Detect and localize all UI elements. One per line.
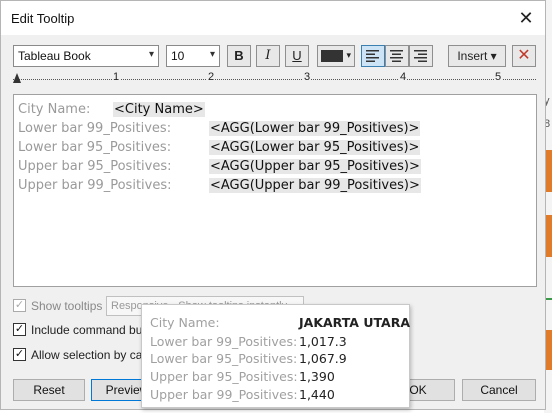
show-tooltips-checkbox[interactable]: ✓ <box>13 299 26 312</box>
background-bar <box>546 215 552 257</box>
align-left-button[interactable] <box>361 45 385 67</box>
font-size-select[interactable]: 10 ▾ <box>166 45 220 67</box>
editor-label: Upper bar 95_Positives: <box>18 159 172 174</box>
indent-marker[interactable] <box>13 73 21 83</box>
font-family-value: Tableau Book <box>18 49 91 63</box>
chevron-down-icon: ▾ <box>346 50 351 60</box>
clear-x-icon: ✕ <box>517 47 531 64</box>
background-bar <box>546 150 552 192</box>
align-center-button[interactable] <box>385 45 409 67</box>
editor-field: <AGG(Lower bar 99_Positives)> <box>209 121 421 136</box>
ruler: 1 2 3 4 5 <box>13 71 536 89</box>
bold-button[interactable]: B <box>227 45 251 67</box>
preview-value: 1,390 <box>299 369 335 384</box>
editor-label: Lower bar 95_Positives: <box>18 140 172 155</box>
ruler-mark: 2 <box>207 71 216 83</box>
editor-field: <AGG(Upper bar 99_Positives)> <box>209 178 421 193</box>
allow-selection-label: Allow selection by categ <box>31 348 160 362</box>
background-bar <box>546 298 552 300</box>
ruler-mark: 3 <box>303 71 312 83</box>
editor-field: <AGG(Lower bar 95_Positives)> <box>209 140 421 155</box>
preview-label: Upper bar 99_Positives: <box>150 387 298 402</box>
ruler-mark: 5 <box>494 71 503 83</box>
reset-button[interactable]: Reset <box>13 379 85 401</box>
close-icon[interactable]: ✕ <box>515 7 537 29</box>
title-bar: Edit Tooltip ✕ <box>1 1 545 35</box>
editor-label: Lower bar 99_Positives: <box>18 121 172 136</box>
preview-label: City Name: <box>150 315 220 330</box>
font-color-swatch <box>321 50 343 62</box>
show-tooltips-label: Show tooltips <box>31 299 103 313</box>
preview-label: Upper bar 95_Positives: <box>150 369 298 384</box>
align-center-icon <box>390 50 403 62</box>
preview-label: Lower bar 99_Positives: <box>150 334 298 349</box>
preview-value: 1,067.9 <box>299 351 347 366</box>
include-command-buttons-checkbox[interactable]: ✓ <box>13 323 26 336</box>
preview-value: JAKARTA UTARA <box>299 315 411 330</box>
ruler-mark: 4 <box>399 71 408 83</box>
tooltip-preview-popup: City Name: JAKARTA UTARA Lower bar 99_Po… <box>141 304 410 408</box>
include-command-buttons-label: Include command butto <box>31 323 156 337</box>
clear-button[interactable]: ✕ <box>512 45 536 67</box>
tooltip-editor[interactable]: City Name: <City Name> Lower bar 99_Posi… <box>13 94 537 287</box>
align-right-icon <box>414 50 427 62</box>
font-family-select[interactable]: Tableau Book ▾ <box>13 45 159 67</box>
allow-selection-checkbox[interactable]: ✓ <box>13 348 26 361</box>
preview-label: Lower bar 95_Positives: <box>150 351 298 366</box>
preview-value: 1,017.3 <box>299 334 347 349</box>
ruler-mark: 1 <box>112 71 121 83</box>
editor-label: Upper bar 99_Positives: <box>18 178 172 193</box>
chevron-down-icon: ▾ <box>148 49 154 60</box>
ruler-line <box>13 79 536 80</box>
background-bar <box>546 330 552 370</box>
font-size-value: 10 <box>171 49 185 63</box>
cancel-button[interactable]: Cancel <box>462 379 536 401</box>
underline-button[interactable]: U <box>285 45 309 67</box>
editor-label: City Name: <box>18 102 91 117</box>
font-color-button[interactable]: ▾ <box>317 45 355 67</box>
dialog-title: Edit Tooltip <box>11 11 75 26</box>
insert-button[interactable]: Insert ▾ <box>448 45 506 67</box>
italic-button[interactable]: I <box>256 45 280 67</box>
align-right-button[interactable] <box>409 45 433 67</box>
preview-value: 1,440 <box>299 387 335 402</box>
chevron-down-icon: ▾ <box>209 49 215 60</box>
editor-field: <AGG(Upper bar 95_Positives)> <box>209 159 421 174</box>
editor-field: <City Name> <box>113 102 205 117</box>
align-left-icon <box>366 50 379 62</box>
